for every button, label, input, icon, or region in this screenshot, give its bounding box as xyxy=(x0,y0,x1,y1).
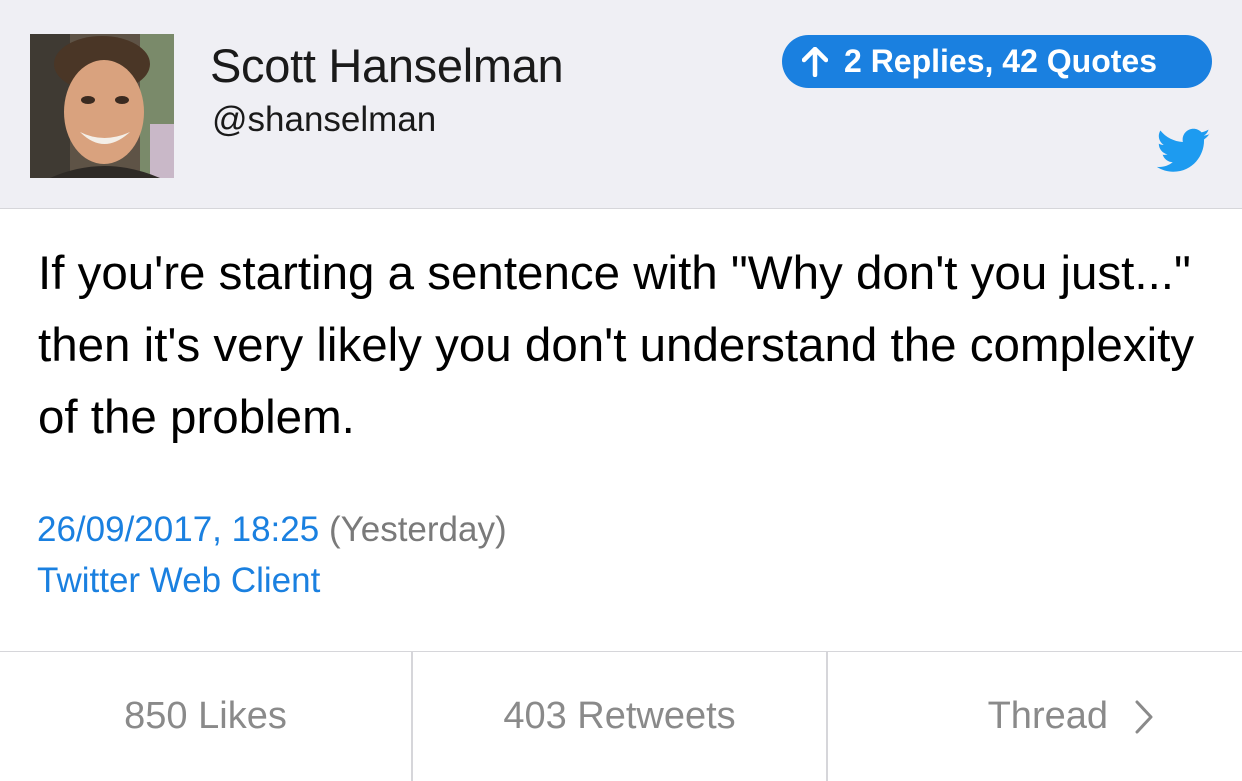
up-arrow-icon xyxy=(802,46,828,77)
tweet-header: Scott Hanselman @shanselman 2 Replies, 4… xyxy=(0,0,1242,209)
profile-handle[interactable]: @shanselman xyxy=(212,100,436,140)
retweets-button[interactable]: 403 Retweets xyxy=(413,652,828,781)
tweet-source[interactable]: Twitter Web Client xyxy=(37,561,320,601)
twitter-bird-icon xyxy=(1157,128,1211,172)
likes-label: 850 Likes xyxy=(124,695,287,737)
replies-quotes-label: 2 Replies, 42 Quotes xyxy=(844,43,1158,79)
thread-button[interactable]: Thread xyxy=(828,652,1242,781)
retweets-label: 403 Retweets xyxy=(503,695,736,737)
tweet-relative-time: (Yesterday) xyxy=(328,510,507,549)
tweet-text: If you're starting a sentence with "Why … xyxy=(38,247,1195,444)
thread-label: Thread xyxy=(987,695,1108,737)
replies-quotes-button[interactable]: 2 Replies, 42 Quotes xyxy=(782,35,1212,88)
chevron-right-icon xyxy=(1135,700,1153,733)
likes-button[interactable]: 850 Likes xyxy=(0,652,413,781)
tweet-timestamp-line: 26/09/2017, 18:25 (Yesterday) xyxy=(37,510,507,550)
tweet-stats-bar: 850 Likes 403 Retweets Thread xyxy=(0,651,1242,781)
profile-name[interactable]: Scott Hanselman xyxy=(210,38,564,93)
avatar[interactable] xyxy=(30,34,174,178)
tweet-timestamp[interactable]: 26/09/2017, 18:25 xyxy=(37,510,319,549)
